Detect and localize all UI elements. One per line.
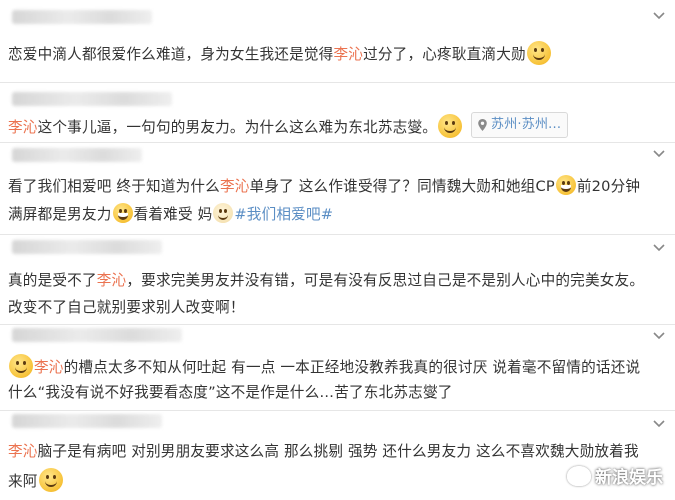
- divider: [0, 410, 675, 411]
- comment-text-line2: 改变不了自己就别要求别人改变啊！: [8, 299, 245, 316]
- smile-icon: [438, 114, 463, 138]
- chevron-down-icon[interactable]: [653, 420, 665, 432]
- comment-text-line2: 来阿: [8, 468, 661, 493]
- comment-text-line2: 满屏都是男友力 看着难受 妈 #我们相爱吧#: [8, 203, 661, 226]
- redacted-username: [12, 148, 142, 162]
- comment-text: 真的是受不了李沁，要求完美男友并没有错，可是有没有反思过自己是不是别人心中的完美…: [8, 272, 645, 289]
- comment-text: 看了我们相爱吧 终于知道为什么李沁单身了 这么作谁受得了？同情魏大勋和她组CP 前…: [8, 175, 661, 198]
- redacted-username: [12, 414, 162, 428]
- sina-ent-watermark: 新浪娱乐: [567, 463, 663, 488]
- comment-text-line2: 什么“我没有说不好我要看态度”这不是作是什么…苦了东北苏志燮了: [8, 384, 453, 401]
- location-tag[interactable]: 苏州·苏州...: [471, 112, 569, 138]
- comment-text: 李沁脑子是有病吧 对别男朋友要求这么高 那么挑剔 强势 还什么男友力 这么不喜欢…: [8, 443, 639, 460]
- laughing-tears-icon: [112, 203, 133, 223]
- divider: [0, 234, 675, 235]
- user-mention[interactable]: 李沁: [333, 46, 363, 63]
- smile-icon: [526, 41, 551, 65]
- user-mention[interactable]: 李沁: [220, 178, 250, 195]
- laughing-tears-icon: [555, 175, 576, 195]
- pig-face-icon: [213, 203, 234, 223]
- user-mention[interactable]: 李沁: [34, 359, 64, 376]
- comment-text: 李沁的槽点太多不知从何吐起 有一点 一本正经地没教养我真的很讨厌 说着毫不留情的…: [8, 354, 661, 379]
- weibo-logo-icon: [567, 465, 591, 486]
- chevron-down-icon[interactable]: [653, 12, 665, 24]
- redacted-username: [12, 92, 172, 106]
- divider: [0, 324, 675, 325]
- redacted-username: [12, 10, 152, 24]
- smile-icon: [9, 354, 33, 378]
- comment-text: 李沁这个事儿逼，一句句的男友力。为什么这么难为东北苏志燮。 苏州·苏州...: [8, 112, 661, 139]
- smile-icon: [38, 468, 63, 492]
- user-mention[interactable]: 李沁: [8, 119, 38, 136]
- divider: [0, 142, 675, 143]
- divider: [0, 82, 675, 83]
- location-pin-icon: [478, 119, 487, 131]
- comment-text: 恋爱中滴人都很爱作么难道，身为女生我还是觉得李沁过分了，心疼耿直滴大勋: [8, 41, 661, 66]
- user-mention[interactable]: 李沁: [8, 443, 38, 460]
- chevron-down-icon[interactable]: [653, 244, 665, 256]
- redacted-username: [12, 240, 162, 254]
- chevron-down-icon[interactable]: [653, 150, 665, 162]
- user-mention[interactable]: 李沁: [97, 272, 127, 289]
- hashtag-link[interactable]: #我们相爱吧#: [234, 206, 333, 223]
- redacted-username: [12, 328, 182, 342]
- chevron-down-icon[interactable]: [653, 332, 665, 344]
